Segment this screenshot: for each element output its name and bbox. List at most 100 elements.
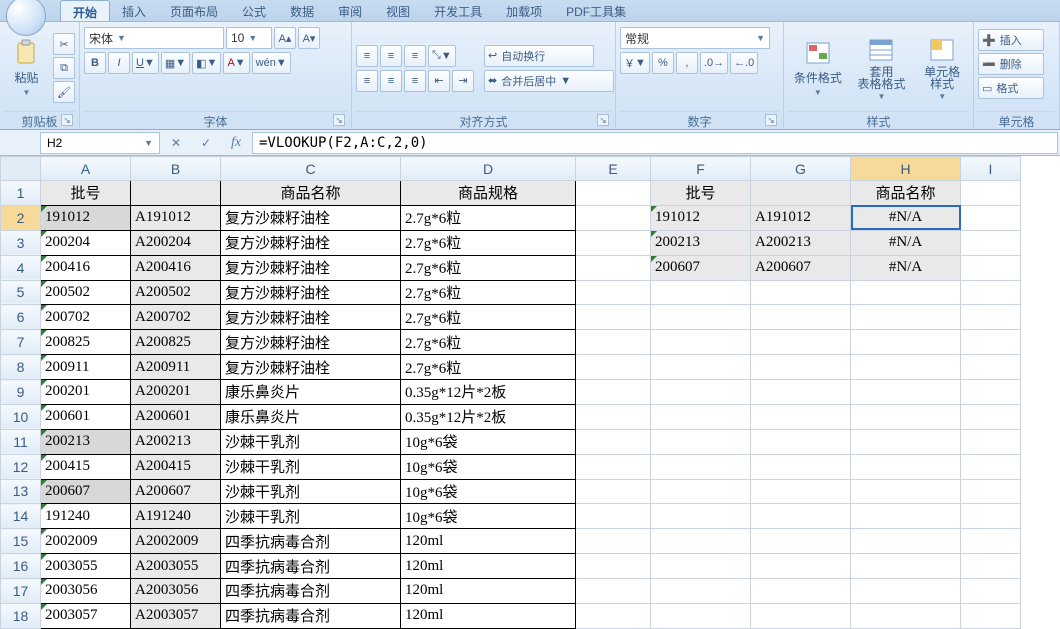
tab-0[interactable]: 开始 <box>60 0 110 21</box>
cell-E12[interactable] <box>576 454 651 479</box>
cell-H14[interactable] <box>851 504 961 529</box>
cell-G4[interactable]: A200607 <box>751 255 851 280</box>
cell-E10[interactable] <box>576 404 651 429</box>
decrease-indent-button[interactable]: ⇤ <box>428 70 450 92</box>
align-middle-button[interactable]: ≡ <box>380 45 402 67</box>
cell-C3[interactable]: 复方沙棘籽油栓 <box>221 230 401 255</box>
cell-D2[interactable]: 2.7g*6粒 <box>401 205 576 230</box>
cell-H3[interactable]: #N/A <box>851 230 961 255</box>
cell-D16[interactable]: 120ml <box>401 554 576 579</box>
cell-A12[interactable]: 200415 <box>41 454 131 479</box>
cell-F11[interactable] <box>651 429 751 454</box>
cell-E9[interactable] <box>576 380 651 405</box>
cell-C5[interactable]: 复方沙棘籽油栓 <box>221 280 401 305</box>
increase-decimal-button[interactable]: .0→ <box>700 52 728 74</box>
cell-D15[interactable]: 120ml <box>401 529 576 554</box>
cell-B14[interactable]: A191240 <box>131 504 221 529</box>
cell-C7[interactable]: 复方沙棘籽油栓 <box>221 330 401 355</box>
cell-A2[interactable]: 191012 <box>41 205 131 230</box>
row-header-11[interactable]: 11 <box>1 429 41 454</box>
cell-C8[interactable]: 复方沙棘籽油栓 <box>221 355 401 380</box>
cell-H11[interactable] <box>851 429 961 454</box>
cell-B15[interactable]: A2002009 <box>131 529 221 554</box>
cell-E18[interactable] <box>576 603 651 628</box>
cell-D8[interactable]: 2.7g*6粒 <box>401 355 576 380</box>
cell-H18[interactable] <box>851 603 961 628</box>
cell-B9[interactable]: A200201 <box>131 380 221 405</box>
tab-8[interactable]: 加载项 <box>494 0 554 21</box>
row-header-3[interactable]: 3 <box>1 230 41 255</box>
cell-D9[interactable]: 0.35g*12片*2板 <box>401 380 576 405</box>
cell-D17[interactable]: 120ml <box>401 579 576 604</box>
cell-C10[interactable]: 康乐鼻炎片 <box>221 404 401 429</box>
cell-C14[interactable]: 沙棘干乳剂 <box>221 504 401 529</box>
cell-E17[interactable] <box>576 579 651 604</box>
row-header-12[interactable]: 12 <box>1 454 41 479</box>
cell-D3[interactable]: 2.7g*6粒 <box>401 230 576 255</box>
cell-E4[interactable] <box>576 255 651 280</box>
cell-G2[interactable]: A191012 <box>751 205 851 230</box>
cell-A1[interactable]: 批号 <box>41 181 131 206</box>
cell-G8[interactable] <box>751 355 851 380</box>
number-format-combo[interactable]: 常规▼ <box>620 27 770 49</box>
cell-D14[interactable]: 10g*6袋 <box>401 504 576 529</box>
cell-I3[interactable] <box>961 230 1021 255</box>
align-right-button[interactable]: ≡ <box>404 70 426 92</box>
row-header-14[interactable]: 14 <box>1 504 41 529</box>
cell-F9[interactable] <box>651 380 751 405</box>
cell-F15[interactable] <box>651 529 751 554</box>
cell-G6[interactable] <box>751 305 851 330</box>
alignment-launcher[interactable]: ↘ <box>597 114 609 126</box>
cell-A9[interactable]: 200201 <box>41 380 131 405</box>
cell-I7[interactable] <box>961 330 1021 355</box>
cell-G16[interactable] <box>751 554 851 579</box>
increase-indent-button[interactable]: ⇥ <box>452 70 474 92</box>
cell-B16[interactable]: A2003055 <box>131 554 221 579</box>
cell-I13[interactable] <box>961 479 1021 504</box>
row-header-2[interactable]: 2 <box>1 205 41 230</box>
cell-H16[interactable] <box>851 554 961 579</box>
row-header-13[interactable]: 13 <box>1 479 41 504</box>
cell-F12[interactable] <box>651 454 751 479</box>
cell-F8[interactable] <box>651 355 751 380</box>
col-header-E[interactable]: E <box>576 157 651 181</box>
cell-C1[interactable]: 商品名称 <box>221 181 401 206</box>
cell-I16[interactable] <box>961 554 1021 579</box>
cell-H8[interactable] <box>851 355 961 380</box>
cell-F18[interactable] <box>651 603 751 628</box>
cell-E15[interactable] <box>576 529 651 554</box>
cell-E7[interactable] <box>576 330 651 355</box>
copy-button[interactable]: ⧉ <box>53 57 75 79</box>
cell-B2[interactable]: A191012 <box>131 205 221 230</box>
percent-button[interactable]: % <box>652 52 674 74</box>
wrap-text-button[interactable]: ↩自动换行 <box>484 45 594 67</box>
cell-I18[interactable] <box>961 603 1021 628</box>
comma-button[interactable]: , <box>676 52 698 74</box>
cell-I8[interactable] <box>961 355 1021 380</box>
cell-I2[interactable] <box>961 205 1021 230</box>
cell-B6[interactable]: A200702 <box>131 305 221 330</box>
row-header-9[interactable]: 9 <box>1 380 41 405</box>
cell-C2[interactable]: 复方沙棘籽油栓 <box>221 205 401 230</box>
cell-B10[interactable]: A200601 <box>131 404 221 429</box>
cell-A18[interactable]: 2003057 <box>41 603 131 628</box>
cell-F16[interactable] <box>651 554 751 579</box>
col-header-D[interactable]: D <box>401 157 576 181</box>
row-header-18[interactable]: 18 <box>1 603 41 628</box>
cell-A5[interactable]: 200502 <box>41 280 131 305</box>
cell-C17[interactable]: 四季抗病毒合剂 <box>221 579 401 604</box>
merge-center-button[interactable]: ⬌合并后居中▼ <box>484 70 614 92</box>
decrease-decimal-button[interactable]: ←.0 <box>730 52 758 74</box>
name-box[interactable]: H2 ▼ <box>40 132 160 154</box>
enter-formula-button[interactable]: ✓ <box>192 132 220 154</box>
cell-A3[interactable]: 200204 <box>41 230 131 255</box>
cell-F7[interactable] <box>651 330 751 355</box>
cell-H17[interactable] <box>851 579 961 604</box>
cell-H9[interactable] <box>851 380 961 405</box>
border-button[interactable]: ▦▼ <box>161 52 190 74</box>
cell-B13[interactable]: A200607 <box>131 479 221 504</box>
orientation-button[interactable]: ⤡▼ <box>428 45 456 67</box>
cell-I10[interactable] <box>961 404 1021 429</box>
cell-G11[interactable] <box>751 429 851 454</box>
decrease-font-button[interactable]: A▾ <box>298 27 320 49</box>
